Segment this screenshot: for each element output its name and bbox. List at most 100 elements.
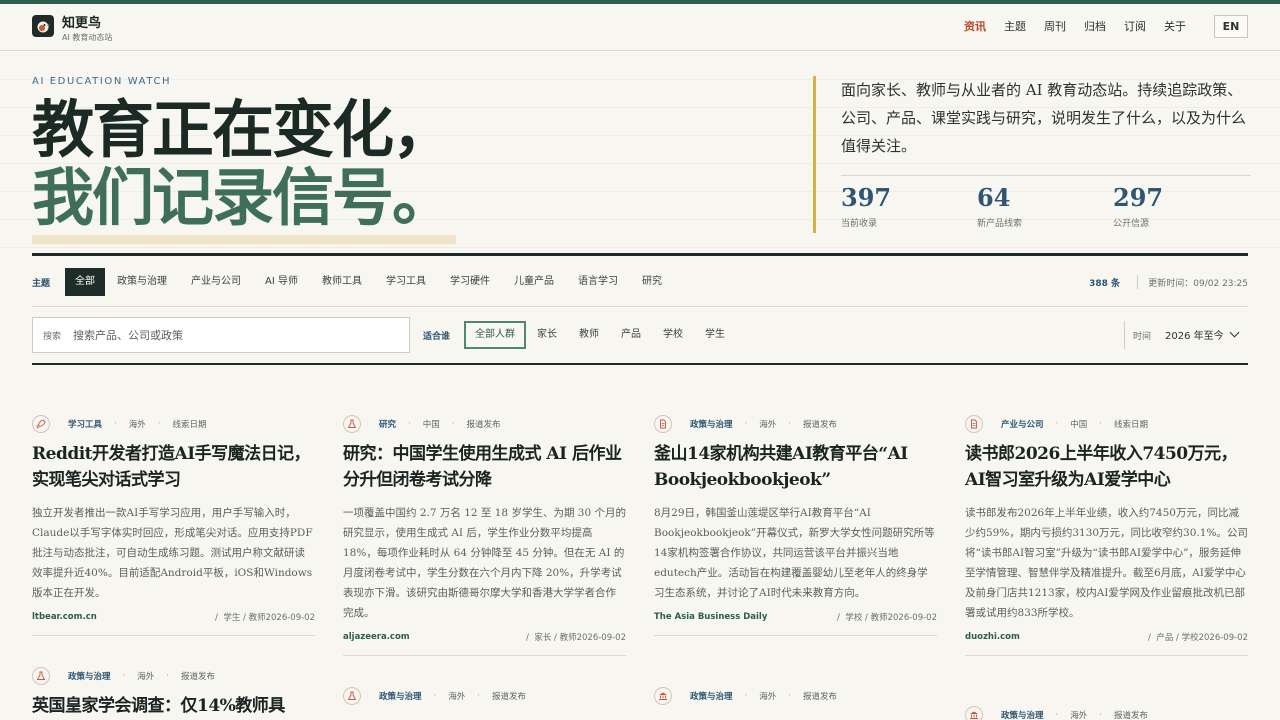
card-summary: 读书郎发布2026年上半年业绩，收入约7450万元，同比减少约59%，期内亏损约… <box>965 507 1248 619</box>
stat-new-products: 64 新产品线索 <box>977 184 1022 230</box>
card-title[interactable]: Reddit开发者打造AI手写魔法日记，实现笔尖对话式学习 <box>32 441 315 493</box>
topic-chip-teacher-tools[interactable]: 教师工具 <box>310 268 374 296</box>
news-card[interactable]: 产业与公司 · 中国 · 线索日期 读书郎2026上半年收入7450万元，AI智… <box>965 415 1248 656</box>
meta-separator: · <box>477 691 480 701</box>
meta-separator: · <box>114 419 117 429</box>
card-date: 2026-09-02 <box>1198 633 1248 643</box>
audience-chip-students[interactable]: 学生 <box>694 321 736 349</box>
card-region: 海外 <box>759 420 777 430</box>
language-toggle-button[interactable]: EN <box>1214 15 1248 38</box>
audience-chip-parents[interactable]: 家长 <box>526 321 568 349</box>
card-title[interactable]: 读书郎2026上半年收入7450万元，AI智习室升级为AI爱学中心 <box>965 441 1248 493</box>
meta-separator: · <box>1055 710 1059 720</box>
topic-chip-ai-tutor[interactable]: AI 导师 <box>253 268 310 296</box>
hero-title: 教育正在变化， 我们记录信号。 <box>32 96 454 232</box>
meta-separator: · <box>788 419 791 429</box>
audience-chips: 全部人群 家长 教师 产品 学校 学生 <box>464 321 736 349</box>
card-footer: duozhi.com / 产品 / 学校2026-09-02 <box>965 629 1248 645</box>
robin-logo-icon[interactable] <box>32 15 54 37</box>
news-card[interactable]: 政策与治理 · 海外 · 报道发布 <box>654 687 937 705</box>
brand-name[interactable]: 知更鸟 <box>62 12 101 31</box>
card-audience-date: / 产品 / 学校2026-09-02 <box>1148 633 1248 643</box>
card-category[interactable]: 政策与治理 <box>379 690 422 702</box>
nav-item-subscribe[interactable]: 订阅 <box>1124 18 1146 34</box>
count-divider <box>1137 275 1138 289</box>
nav-item-archive[interactable]: 归档 <box>1084 18 1106 34</box>
topic-chip-learning-tools[interactable]: 学习工具 <box>374 268 438 296</box>
audience-chip-product[interactable]: 产品 <box>610 321 652 349</box>
topic-chip-research[interactable]: 研究 <box>630 268 674 296</box>
news-card[interactable]: 研究 · 中国 · 报道发布 研究：中国学生使用生成式 AI 后作业分升但闭卷考… <box>343 415 626 656</box>
search-input[interactable] <box>73 319 403 351</box>
stat-sources: 297 公开信源 <box>1113 183 1164 230</box>
topic-chip-all[interactable]: 全部 <box>65 268 105 296</box>
card-category[interactable]: 研究 <box>379 418 396 430</box>
hero-summary: 面向家长、教师与从业者的 AI 教育动态站。持续追踪政策、公司、产品、课堂实践与… <box>813 76 1251 233</box>
card-date-type: 线索日期 <box>1113 420 1148 430</box>
topic-filter-bar: 主题 全部 政策与治理 产业与公司 AI 导师 教师工具 学习工具 学习硬件 儿… <box>32 268 1248 296</box>
news-card[interactable]: 政策与治理 · 海外 · 报道发布 釜山14家机构共建AI教育平台“AI Boo… <box>654 415 937 636</box>
topic-chip-kids[interactable]: 儿童产品 <box>502 268 566 296</box>
meta-separator: · <box>166 671 169 681</box>
nav-item-topics[interactable]: 主题 <box>1004 18 1026 34</box>
hero-eyebrow: AI EDUCATION WATCH <box>32 76 172 87</box>
audience-chip-schools[interactable]: 学校 <box>652 321 694 349</box>
card-meta: 政策与治理 · 海外 · 报道发布 <box>32 667 315 685</box>
topic-chip-hardware[interactable]: 学习硬件 <box>438 268 502 296</box>
card-date: 2026-09-02 <box>265 613 315 623</box>
card-category[interactable]: 政策与治理 <box>690 690 733 702</box>
time-select[interactable]: 2026 年至今 <box>1165 327 1240 342</box>
card-category[interactable]: 政策与治理 <box>690 418 733 430</box>
news-card[interactable]: 学习工具 · 海外 · 线索日期 Reddit开发者打造AI手写魔法日记，实现笔… <box>32 415 315 636</box>
card-source[interactable]: duozhi.com <box>965 632 1020 642</box>
stat-value: 297 <box>1113 183 1164 212</box>
nav-item-news[interactable]: 资讯 <box>964 18 986 34</box>
card-region: 海外 <box>128 420 146 430</box>
card-category[interactable]: 产业与公司 <box>1001 418 1044 430</box>
card-divider <box>32 635 315 636</box>
news-card[interactable]: 政策与治理 · 海外 · 报道发布 <box>965 706 1248 720</box>
list-divider <box>32 363 1248 365</box>
search-label: 搜索 <box>43 332 62 342</box>
card-category[interactable]: 政策与治理 <box>1001 709 1044 720</box>
card-source[interactable]: ltbear.com.cn <box>32 612 97 622</box>
card-meta: 政策与治理 · 海外 · 报道发布 <box>965 706 1248 720</box>
card-title[interactable]: 研究：中国学生使用生成式 AI 后作业分升但闭卷考试分降 <box>343 441 626 493</box>
card-region: 海外 <box>759 692 777 702</box>
card-region: 海外 <box>1070 711 1088 720</box>
card-footer: aljazeera.com / 家长 / 教师2026-09-02 <box>343 629 626 645</box>
card-meta: 政策与治理 · 海外 · 报道发布 <box>654 415 937 433</box>
chevron-down-icon <box>1229 327 1240 338</box>
time-divider <box>1124 321 1125 349</box>
hero-description: 面向家长、教师与从业者的 AI 教育动态站。持续追踪政策、公司、产品、课堂实践与… <box>841 81 1247 155</box>
card-source[interactable]: aljazeera.com <box>343 632 410 642</box>
topic-chip-policy[interactable]: 政策与治理 <box>105 268 179 296</box>
flask-icon <box>343 415 361 433</box>
card-title[interactable]: 釜山14家机构共建AI教育平台“AI Bookjeokbookjeok” <box>654 441 937 493</box>
meta-separator: · <box>408 419 411 429</box>
card-source[interactable]: The Asia Business Daily <box>654 612 767 622</box>
card-date-type: 报道发布 <box>1113 711 1148 720</box>
card-summary: 一项覆盖中国约 2.7 万名 12 至 18 岁学生、为期 30 个月的研究显示… <box>343 507 626 619</box>
card-date-type: 线索日期 <box>172 420 207 430</box>
nav-item-about[interactable]: 关于 <box>1164 18 1186 34</box>
card-title[interactable]: 英国皇家学会调查：仅14%教师具 <box>32 693 315 719</box>
audience-filter-label: 适合谁 <box>423 332 451 342</box>
hero-highlight <box>32 235 456 244</box>
topic-chip-industry[interactable]: 产业与公司 <box>179 268 253 296</box>
card-category[interactable]: 政策与治理 <box>68 670 111 682</box>
card-footer: The Asia Business Daily / 学校 / 教师2026-09… <box>654 609 937 625</box>
card-meta: 学习工具 · 海外 · 线索日期 <box>32 415 315 433</box>
news-card[interactable]: 政策与治理 · 海外 · 报道发布 英国皇家学会调查：仅14%教师具 <box>32 667 315 719</box>
topic-chip-language[interactable]: 语言学习 <box>566 268 630 296</box>
meta-separator: · <box>744 419 748 429</box>
filter-divider <box>32 306 1248 307</box>
nav-item-weekly[interactable]: 周刊 <box>1044 18 1066 34</box>
audience-chip-all[interactable]: 全部人群 <box>464 321 526 349</box>
news-card[interactable]: 政策与治理 · 海外 · 报道发布 <box>343 687 626 705</box>
card-audience: 家长 / 教师 <box>534 633 577 643</box>
meta-separator: · <box>157 419 161 429</box>
card-category[interactable]: 学习工具 <box>68 418 102 430</box>
rocket-icon <box>32 415 50 433</box>
audience-chip-teachers[interactable]: 教师 <box>568 321 610 349</box>
